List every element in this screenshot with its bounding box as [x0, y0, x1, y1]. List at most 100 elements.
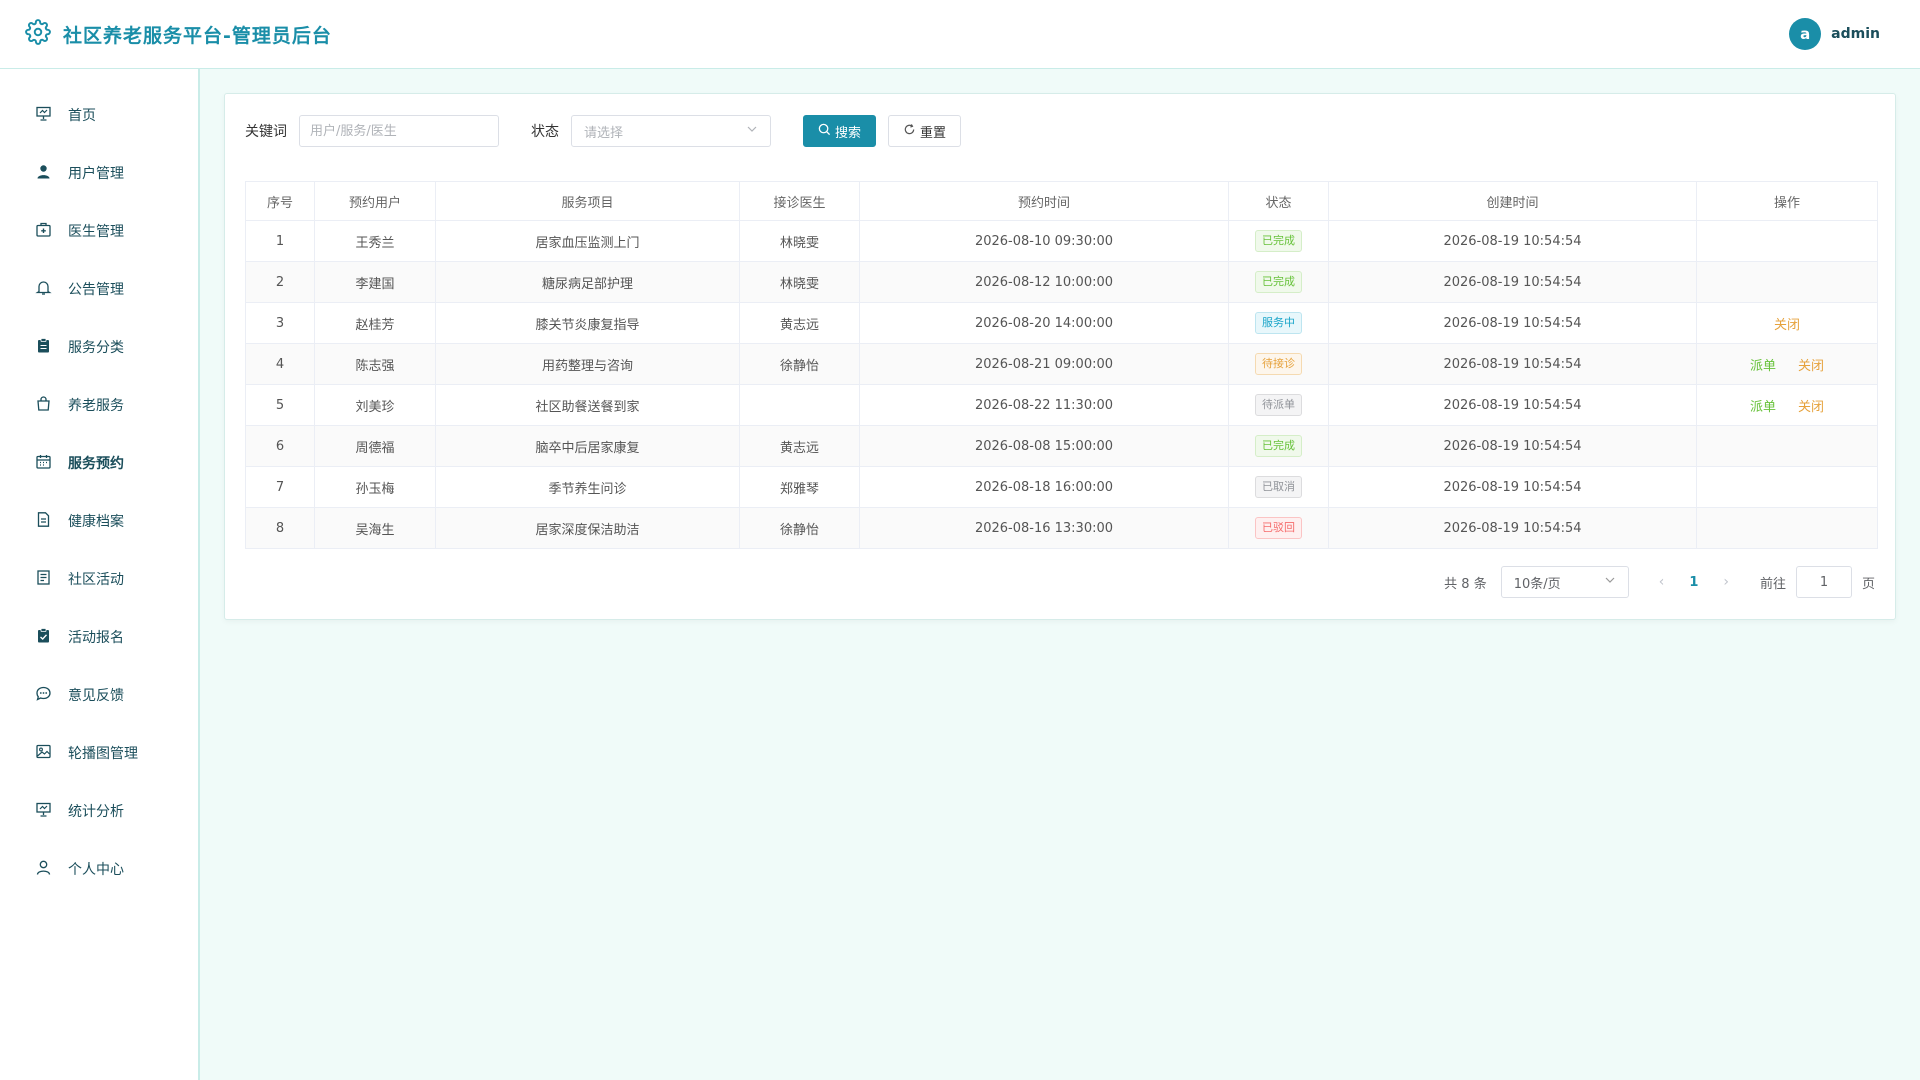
cell-created: 2026-08-19 10:54:54	[1328, 507, 1697, 549]
cell-service: 居家深度保洁助洁	[435, 507, 740, 549]
chat-icon	[35, 685, 52, 706]
table-row: 1 王秀兰 居家血压监测上门 林晓雯 2026-08-10 09:30:00 已完成 202…	[245, 220, 1878, 262]
actions-cell: 派单 关闭	[1696, 343, 1878, 385]
cell-created: 2026-08-19 10:54:54	[1328, 466, 1697, 508]
main-panel: 关键词 状态 请选择 搜索 重置 序号预约用户服务项目接诊医生预	[224, 93, 1896, 620]
status-cell: 服务中	[1228, 302, 1329, 344]
sidebar-item-label: 服务分类	[68, 340, 124, 356]
sidebar-item-4[interactable]: 公告管理	[0, 260, 198, 318]
close-button[interactable]: 关闭	[1774, 318, 1800, 333]
cell-created: 2026-08-19 10:54:54	[1328, 384, 1697, 426]
sidebar-item-5[interactable]: 服务分类	[0, 318, 198, 376]
status-select[interactable]: 请选择	[571, 115, 771, 147]
cell-service: 脑卒中后居家康复	[435, 425, 740, 467]
username[interactable]: admin	[1831, 26, 1880, 42]
table-row: 8 吴海生 居家深度保洁助洁 徐静怡 2026-08-16 13:30:00 已驳回 202…	[245, 507, 1878, 549]
close-button[interactable]: 关闭	[1798, 359, 1824, 374]
reset-button[interactable]: 重置	[888, 115, 962, 147]
close-button[interactable]: 关闭	[1798, 400, 1824, 415]
cell-user: 李建国	[314, 261, 436, 303]
cell-no: 6	[245, 425, 315, 467]
sidebar-item-14[interactable]: 个人中心	[0, 840, 198, 898]
keyword-label: 关键词	[245, 124, 287, 140]
page-suffix: 页	[1861, 576, 1875, 592]
table-row: 6 周德福 脑卒中后居家康复 黄志远 2026-08-08 15:00:00 已完成 202…	[245, 425, 1878, 467]
cell-doctor: 黄志远	[739, 302, 860, 344]
picture-icon	[35, 743, 52, 764]
status-cell: 待接诊	[1228, 343, 1329, 385]
reset-button-label: 重置	[920, 125, 947, 141]
goto-label: 前往	[1759, 576, 1786, 592]
sidebar-item-12[interactable]: 轮播图管理	[0, 724, 198, 782]
user-outline-icon	[35, 859, 52, 880]
sidebar-item-8[interactable]: 健康档案	[0, 492, 198, 550]
status-badge: 已取消	[1255, 476, 1302, 498]
search-button[interactable]: 搜索	[803, 115, 877, 147]
appointments-table: 序号 预约用户 服务项目 接诊医生 预约时间 状态 创建时间 操作 1 王秀兰 居家血压监测上门林…	[245, 181, 1878, 549]
dispatch-button[interactable]: 派单	[1750, 400, 1776, 415]
cell-created: 2026-08-19 10:54:54	[1328, 302, 1697, 344]
status-badge: 服务中	[1255, 312, 1302, 334]
cell-doctor: 郑雅琴	[739, 466, 860, 508]
cell-no: 5	[245, 384, 315, 426]
column-header: 操作	[1696, 181, 1878, 221]
cell-created: 2026-08-19 10:54:54	[1328, 220, 1697, 262]
prev-page-icon[interactable]: ‹	[1659, 574, 1665, 590]
presentation-icon	[35, 801, 52, 822]
table-row: 7 孙玉梅 季节养生问诊 郑雅琴 2026-08-18 16:00:00 已取消 2026-…	[245, 466, 1878, 508]
cell-service: 用药整理与咨询	[435, 343, 740, 385]
cell-service: 季节养生问诊	[435, 466, 740, 508]
sidebar-item-label: 养老服务	[68, 398, 124, 414]
cell-doctor: 徐静怡	[739, 343, 860, 385]
status-cell: 已取消	[1228, 466, 1329, 508]
sidebar-item-11[interactable]: 意见反馈	[0, 666, 198, 724]
status-badge: 已完成	[1255, 230, 1302, 252]
total-count: 共 8 条	[1444, 576, 1487, 592]
status-badge: 已完成	[1255, 271, 1302, 293]
column-header: 创建时间	[1328, 181, 1697, 221]
cell-user: 王秀兰	[314, 220, 436, 262]
page-size-select[interactable]: 10条/页	[1500, 566, 1629, 598]
cell-created: 2026-08-19 10:54:54	[1328, 261, 1697, 303]
cell-user: 吴海生	[314, 507, 436, 549]
gear-icon	[25, 19, 51, 49]
cell-doctor: 徐静怡	[739, 507, 860, 549]
column-header: 状态	[1228, 181, 1329, 221]
cell-service: 糖尿病足部护理	[435, 261, 740, 303]
avatar[interactable]: a	[1789, 18, 1822, 50]
next-page-icon[interactable]: ›	[1723, 574, 1729, 590]
actions-cell: 派单 关闭	[1696, 384, 1878, 426]
cell-doctor	[739, 384, 860, 426]
sidebar-item-9[interactable]: 社区活动	[0, 550, 198, 608]
medical-box-icon	[35, 221, 52, 242]
sidebar-item-2[interactable]: 用户管理	[0, 144, 198, 202]
user-menu[interactable]: a admin	[1789, 18, 1880, 50]
dispatch-button[interactable]: 派单	[1750, 359, 1776, 374]
sidebar-item-13[interactable]: 统计分析	[0, 782, 198, 840]
app-title: 社区养老服务平台-管理员后台	[63, 24, 332, 47]
sidebar-item-1[interactable]: 首页	[0, 86, 198, 144]
column-header: 接诊医生	[739, 181, 860, 221]
status-cell: 已完成	[1228, 220, 1329, 262]
status-badge: 已完成	[1255, 435, 1302, 457]
status-cell: 已驳回	[1228, 507, 1329, 549]
sidebar-item-3[interactable]: 医生管理	[0, 202, 198, 260]
cell-created: 2026-08-19 10:54:54	[1328, 425, 1697, 467]
status-badge: 待派单	[1255, 394, 1302, 416]
sidebar-item-7[interactable]: 服务预约	[0, 434, 198, 492]
cell-time: 2026-08-18 16:00:00	[859, 466, 1229, 508]
cell-time: 2026-08-08 15:00:00	[859, 425, 1229, 467]
bell-icon	[35, 279, 52, 300]
cell-time: 2026-08-16 13:30:00	[859, 507, 1229, 549]
goto-page-input[interactable]	[1795, 566, 1852, 598]
tickets-icon	[35, 569, 52, 590]
keyword-input[interactable]	[299, 115, 499, 147]
sidebar-item-label: 轮播图管理	[68, 746, 138, 762]
sidebar-item-10[interactable]: 活动报名	[0, 608, 198, 666]
sidebar-item-6[interactable]: 养老服务	[0, 376, 198, 434]
sidebar-item-label: 首页	[68, 108, 96, 124]
status-badge: 待接诊	[1255, 353, 1302, 375]
sidebar-item-label: 用户管理	[68, 166, 124, 182]
page-number-current[interactable]: 1	[1689, 575, 1698, 590]
sidebar-item-label: 个人中心	[68, 862, 124, 878]
